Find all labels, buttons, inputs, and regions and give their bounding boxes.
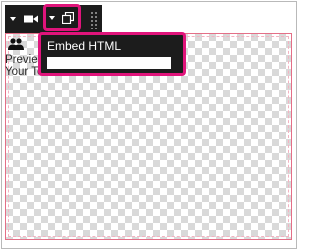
embed-copy-icon[interactable] xyxy=(59,7,77,28)
caret-down-icon[interactable] xyxy=(7,5,19,33)
embed-html-popup: Embed HTML xyxy=(38,32,186,76)
video-camera-icon[interactable] xyxy=(22,5,40,33)
caret-down-icon[interactable] xyxy=(47,7,57,28)
embed-button[interactable] xyxy=(43,4,81,31)
drag-handle-icon[interactable] xyxy=(90,11,98,29)
people-icon xyxy=(8,37,24,50)
embed-html-input[interactable] xyxy=(47,57,171,69)
popup-title: Embed HTML xyxy=(47,39,122,53)
